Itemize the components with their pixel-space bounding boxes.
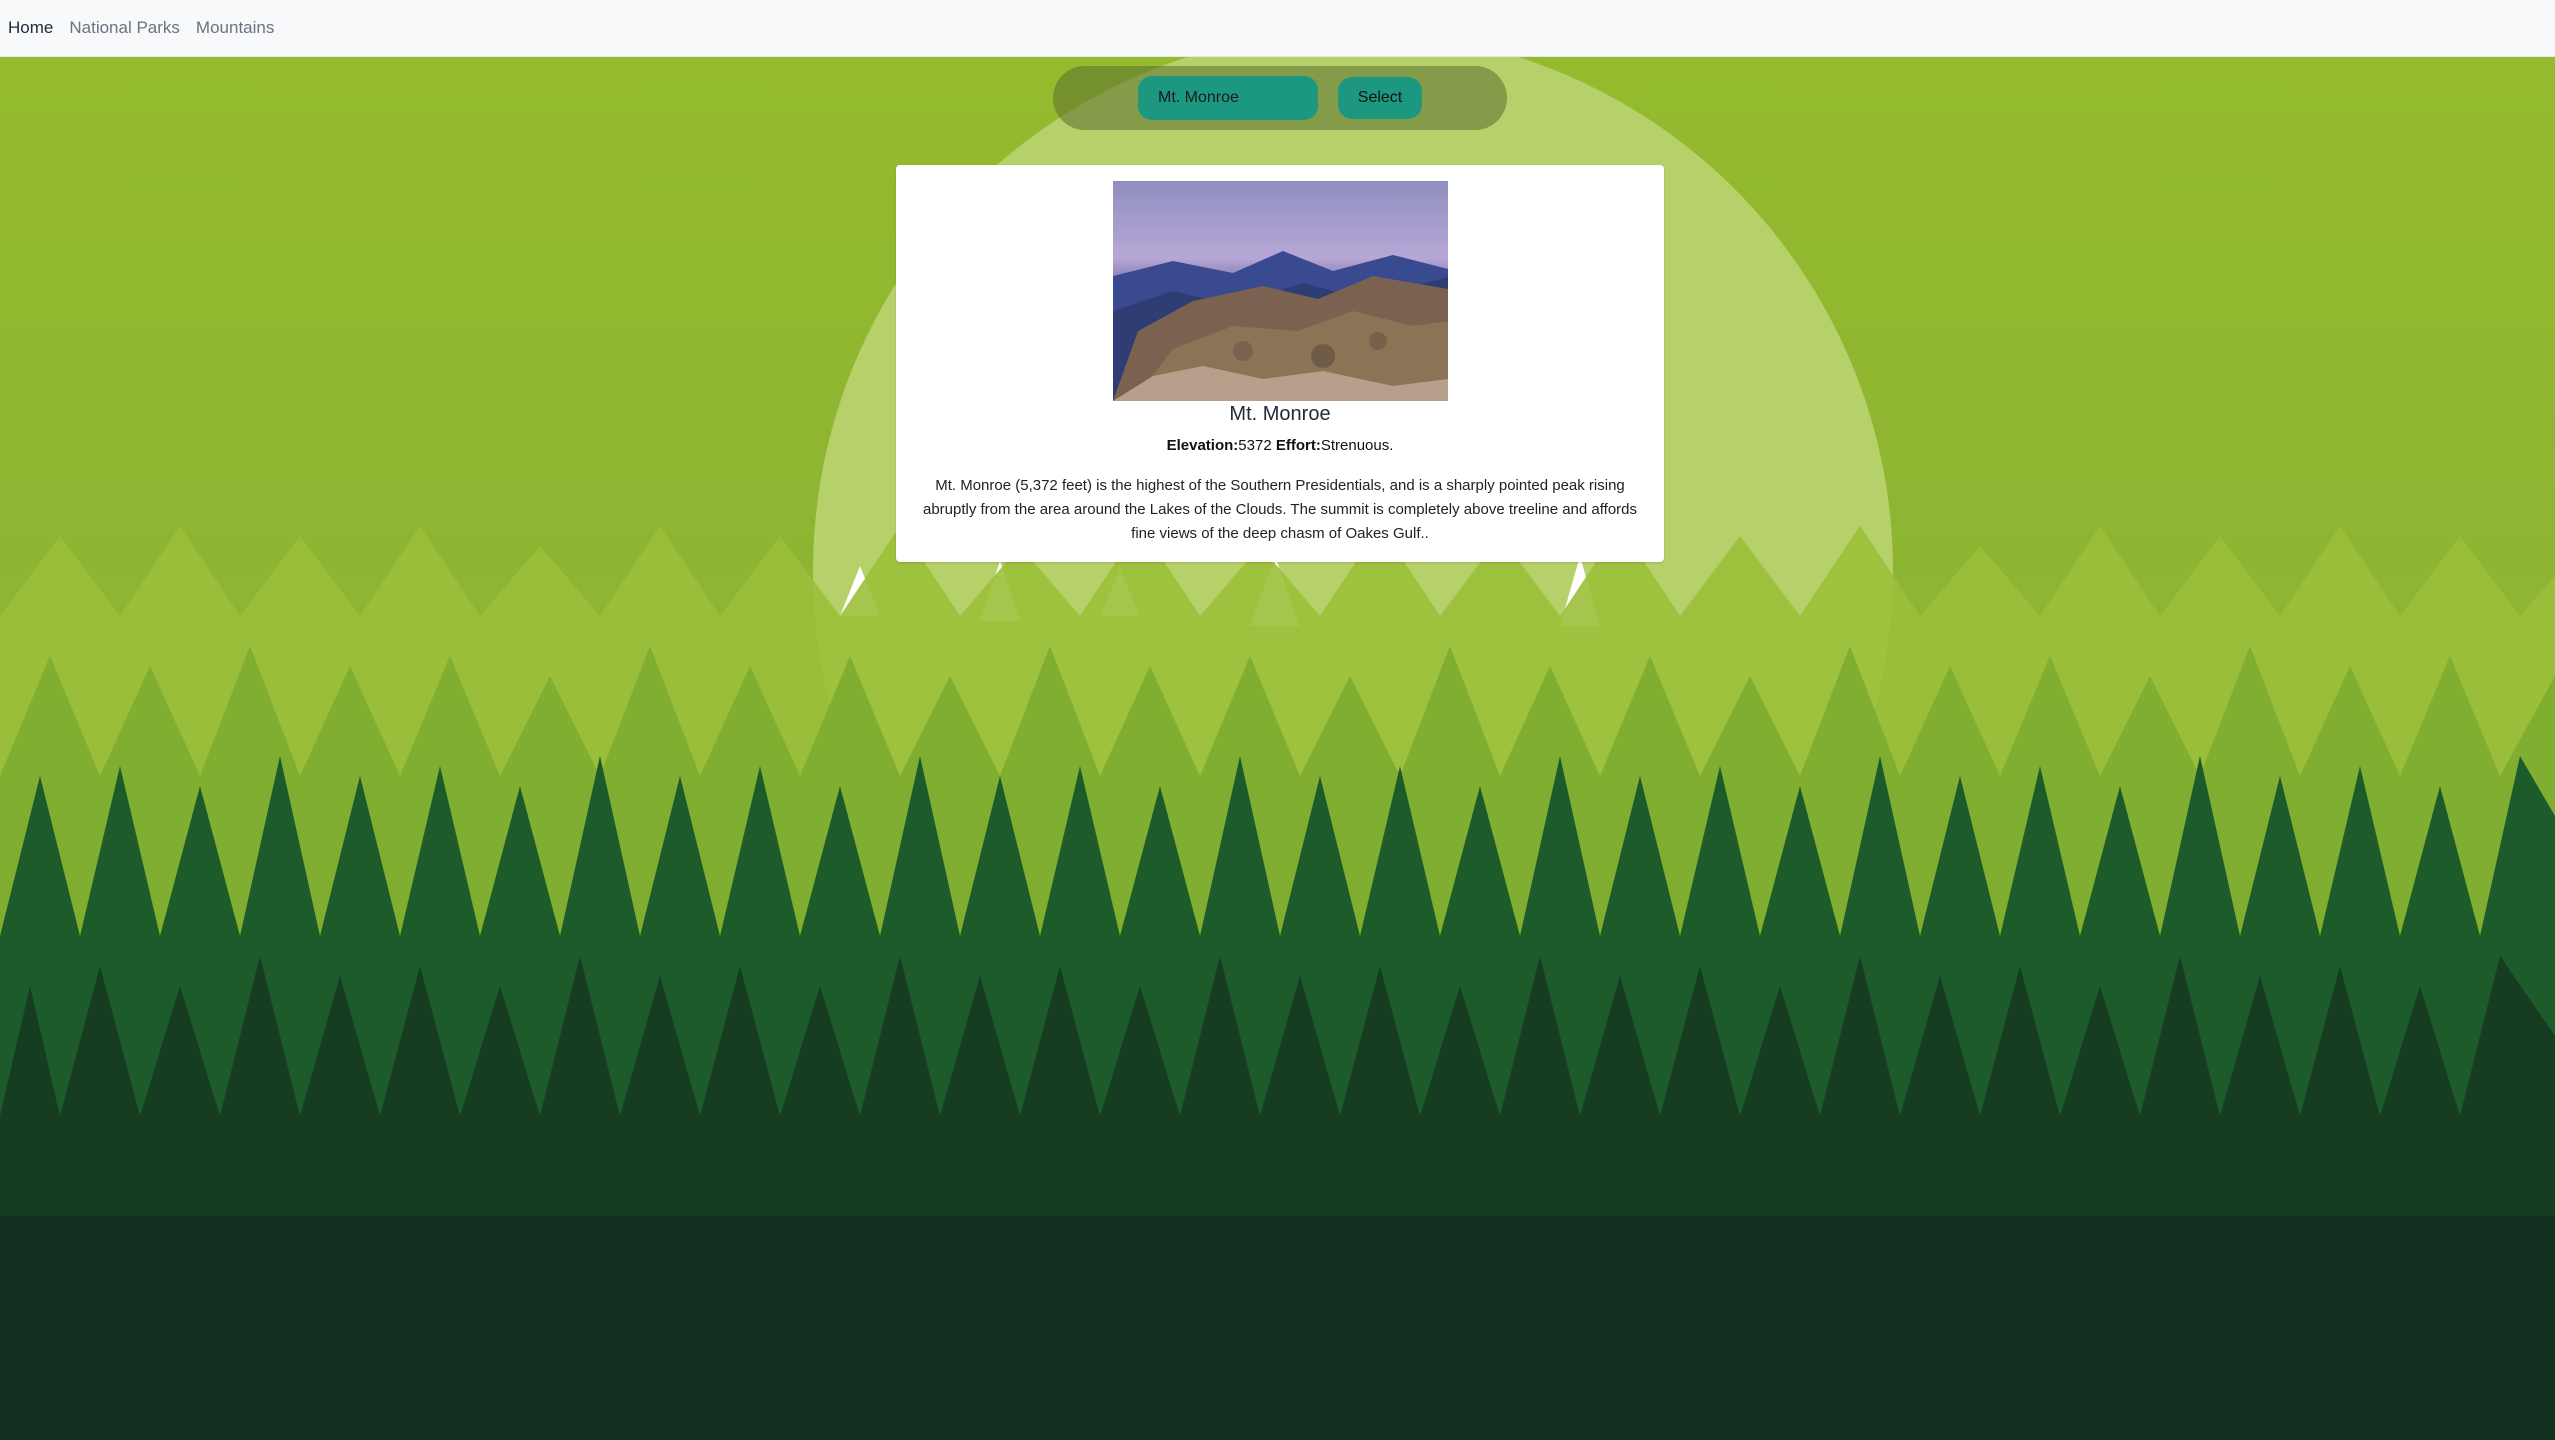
forest-floor [0, 1216, 2555, 1440]
top-navbar: Home National Parks Mountains [0, 0, 2555, 57]
nav-mountains-link[interactable]: Mountains [196, 18, 274, 38]
mountain-name: Mt. Monroe [1229, 403, 1331, 425]
mountain-summit-photo [1113, 181, 1448, 401]
nav-home-link[interactable]: Home [8, 18, 53, 38]
select-button[interactable]: Select [1338, 77, 1422, 119]
mountain-stats: Elevation:5372 Effort:Strenuous. [896, 437, 1664, 454]
effort-value: Strenuous. [1320, 437, 1394, 454]
nav-national-parks-link[interactable]: National Parks [69, 18, 180, 38]
mountain-select[interactable]: Mt. Monroe [1138, 76, 1318, 120]
elevation-label: Elevation: [1166, 437, 1239, 454]
effort-label: Effort: [1275, 437, 1321, 454]
mountain-card: Mt. Monroe Elevation:5372 Effort:Strenuo… [896, 165, 1664, 562]
elevation-value: 5372 [1238, 437, 1272, 454]
mountain-picker: Mt. Monroe Select [1053, 66, 1507, 130]
page: Home National Parks Mountains Mt. Monroe… [0, 0, 2555, 1440]
mountain-description: Mt. Monroe (5,372 feet) is the highest o… [922, 477, 1637, 542]
